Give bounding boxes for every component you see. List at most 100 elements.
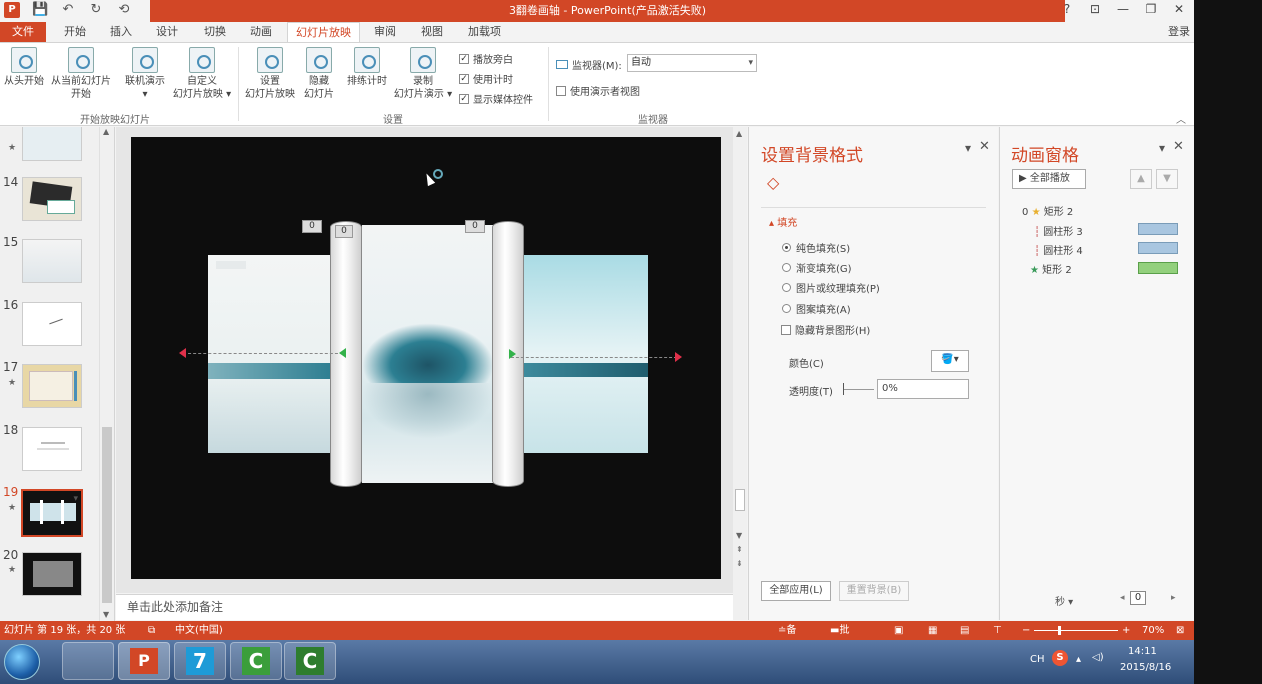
use-timings-checkbox[interactable]: ✓ 使用计时 [459, 71, 513, 86]
undo-icon[interactable]: ↶ [60, 2, 76, 18]
camtasia-recorder-taskbar-icon[interactable]: C [284, 642, 336, 680]
explorer-taskbar-icon[interactable] [62, 642, 114, 680]
minimize-button[interactable]: — [1116, 2, 1130, 16]
left-roller-cylinder[interactable] [330, 221, 362, 487]
record-slideshow-button[interactable]: 录制 幻灯片演示 ▾ [392, 47, 454, 101]
gradient-fill-radio[interactable]: 渐变填充(G) [782, 260, 852, 275]
transparency-slider[interactable] [843, 383, 874, 395]
motion-path-right[interactable] [511, 357, 677, 358]
restore-button[interactable]: ❐ [1144, 2, 1158, 16]
help-icon[interactable]: ? [1060, 2, 1074, 16]
app-7-taskbar-icon[interactable]: 7 [174, 642, 226, 680]
tab-design[interactable]: 设计 [148, 22, 186, 42]
tray-expand-icon[interactable]: ▴ [1076, 654, 1081, 665]
fit-slide-icon[interactable]: ⊠ [1176, 621, 1184, 640]
hide-background-checkbox[interactable]: 隐藏背景图形(H) [781, 322, 870, 337]
fill-section-header[interactable]: ▴ 填充 [769, 214, 797, 229]
motion-path-left[interactable] [183, 353, 343, 354]
spelling-icon[interactable]: ⧉ [148, 621, 155, 640]
right-landscape-image[interactable] [524, 255, 648, 453]
play-narrations-checkbox[interactable]: ✓ 播放旁白 [459, 51, 513, 66]
collapse-ribbon-icon[interactable]: ︿ [1176, 111, 1186, 126]
anim-item[interactable]: 0 ★ 矩形 2 [1022, 203, 1073, 218]
close-icon[interactable]: ✕ [1173, 139, 1184, 154]
slide-thumbnail[interactable] [22, 552, 82, 596]
hide-slide-button[interactable]: 隐藏 幻灯片 [300, 47, 338, 101]
zoom-in-timeline-icon[interactable]: ▸ [1171, 593, 1176, 603]
from-current-button[interactable]: 从当前幻灯片 开始 [48, 47, 114, 101]
tab-slideshow[interactable]: 幻灯片放映 [287, 22, 360, 42]
save-icon[interactable]: 💾 [32, 2, 48, 18]
animation-tag[interactable]: 0 [302, 220, 322, 233]
redo-icon[interactable]: ↻ [88, 2, 104, 18]
comments-toggle[interactable]: ▬ 批注 [830, 621, 849, 655]
custom-slideshow-button[interactable]: 自定义 幻灯片放映 ▾ [170, 47, 234, 101]
pattern-fill-radio[interactable]: 图案填充(A) [782, 301, 851, 316]
monitor-select[interactable]: 自动 [627, 54, 757, 72]
notes-area[interactable]: 单击此处添加备注 [116, 594, 733, 620]
normal-view-icon[interactable]: ▣ [894, 621, 903, 640]
solid-fill-radio[interactable]: 纯色填充(S) [782, 240, 850, 255]
transparency-input[interactable]: 0% [877, 379, 969, 399]
volume-icon[interactable]: ◁) [1092, 652, 1104, 663]
slide-thumbnail[interactable] [22, 364, 82, 408]
close-icon[interactable]: ✕ [979, 139, 990, 154]
zoom-in-icon[interactable]: + [1122, 621, 1130, 640]
slide-thumbnail-current[interactable] [21, 489, 83, 537]
animation-tag[interactable]: 0 [465, 220, 485, 233]
slide-thumbnail[interactable] [22, 302, 82, 346]
tab-file[interactable]: 文件 [0, 22, 46, 42]
zoom-slider-thumb[interactable] [1058, 626, 1061, 635]
present-online-button[interactable]: 联机演示 ▾ [122, 47, 168, 101]
slide-thumbnail[interactable] [22, 177, 82, 221]
input-language[interactable]: CH [1030, 654, 1045, 665]
ime-icon[interactable]: S [1052, 650, 1068, 666]
seconds-dropdown[interactable]: 秒 ▾ [1055, 593, 1073, 608]
ribbon-display-icon[interactable]: ⊡ [1088, 2, 1102, 16]
anim-item[interactable]: ┆ 圆柱形 4 [1034, 242, 1083, 257]
tab-animations[interactable]: 动画 [242, 22, 280, 42]
rotate-handle-icon[interactable] [433, 169, 443, 179]
clock-time[interactable]: 14:11 [1128, 646, 1157, 657]
current-slide[interactable]: 0 0 0 [131, 137, 721, 579]
picture-fill-radio[interactable]: 图片或纹理填充(P) [782, 280, 880, 295]
start-slideshow-icon[interactable]: ⟲ [116, 2, 132, 18]
zoom-slider[interactable] [1034, 630, 1118, 631]
anim-item[interactable]: ┆ 圆柱形 3 [1034, 223, 1083, 238]
zoom-out-timeline-icon[interactable]: ◂ [1120, 593, 1125, 603]
center-scroll-image[interactable] [362, 225, 494, 483]
notes-toggle[interactable]: ≐ 备注 [778, 621, 796, 655]
animation-tag[interactable]: 0 [335, 225, 353, 238]
tab-view[interactable]: 视图 [413, 22, 451, 42]
anim-timeline-bar[interactable] [1138, 242, 1178, 254]
canvas-scrollbar[interactable]: ▲ ▼ ⇞ ⇟ [733, 127, 747, 620]
slide-thumbnail[interactable] [22, 127, 82, 161]
show-media-controls-checkbox[interactable]: ✓ 显示媒体控件 [459, 91, 533, 106]
zoom-level[interactable]: 70% [1142, 621, 1164, 640]
timeline-page-value[interactable]: 0 [1130, 591, 1146, 605]
slideshow-view-icon[interactable]: ⊤ [993, 621, 1002, 640]
camtasia-taskbar-icon[interactable]: C [230, 642, 282, 680]
tab-transitions[interactable]: 切换 [196, 22, 234, 42]
from-beginning-button[interactable]: 从头开始 [2, 47, 46, 88]
tab-review[interactable]: 审阅 [366, 22, 404, 42]
thumbnails-scrollbar[interactable]: ▲ ▼ [99, 127, 113, 621]
presenter-view-checkbox[interactable]: 使用演示者视图 [556, 83, 640, 98]
tab-addins[interactable]: 加载项 [460, 22, 509, 42]
login-link[interactable]: 登录 [1168, 22, 1190, 42]
tab-insert[interactable]: 插入 [102, 22, 140, 42]
pane-options-icon[interactable]: ▾ [965, 141, 971, 155]
apply-to-all-button[interactable]: 全部应用(L) [761, 581, 831, 601]
color-picker-button[interactable]: 🪣▾ [931, 350, 969, 372]
anim-timeline-bar[interactable] [1138, 262, 1178, 274]
fill-bucket-icon[interactable]: ◇ [767, 173, 779, 192]
setup-slideshow-button[interactable]: 设置 幻灯片放映 [242, 47, 298, 101]
rehearse-timings-button[interactable]: 排练计时 [344, 47, 390, 88]
powerpoint-taskbar-icon[interactable]: P [118, 642, 170, 680]
close-button[interactable]: ✕ [1172, 2, 1186, 16]
zoom-out-icon[interactable]: − [1022, 621, 1030, 640]
language-indicator[interactable]: 中文(中国) [175, 621, 223, 640]
right-roller-cylinder[interactable] [492, 221, 524, 487]
tab-home[interactable]: 开始 [56, 22, 94, 42]
left-landscape-image[interactable] [208, 255, 330, 453]
